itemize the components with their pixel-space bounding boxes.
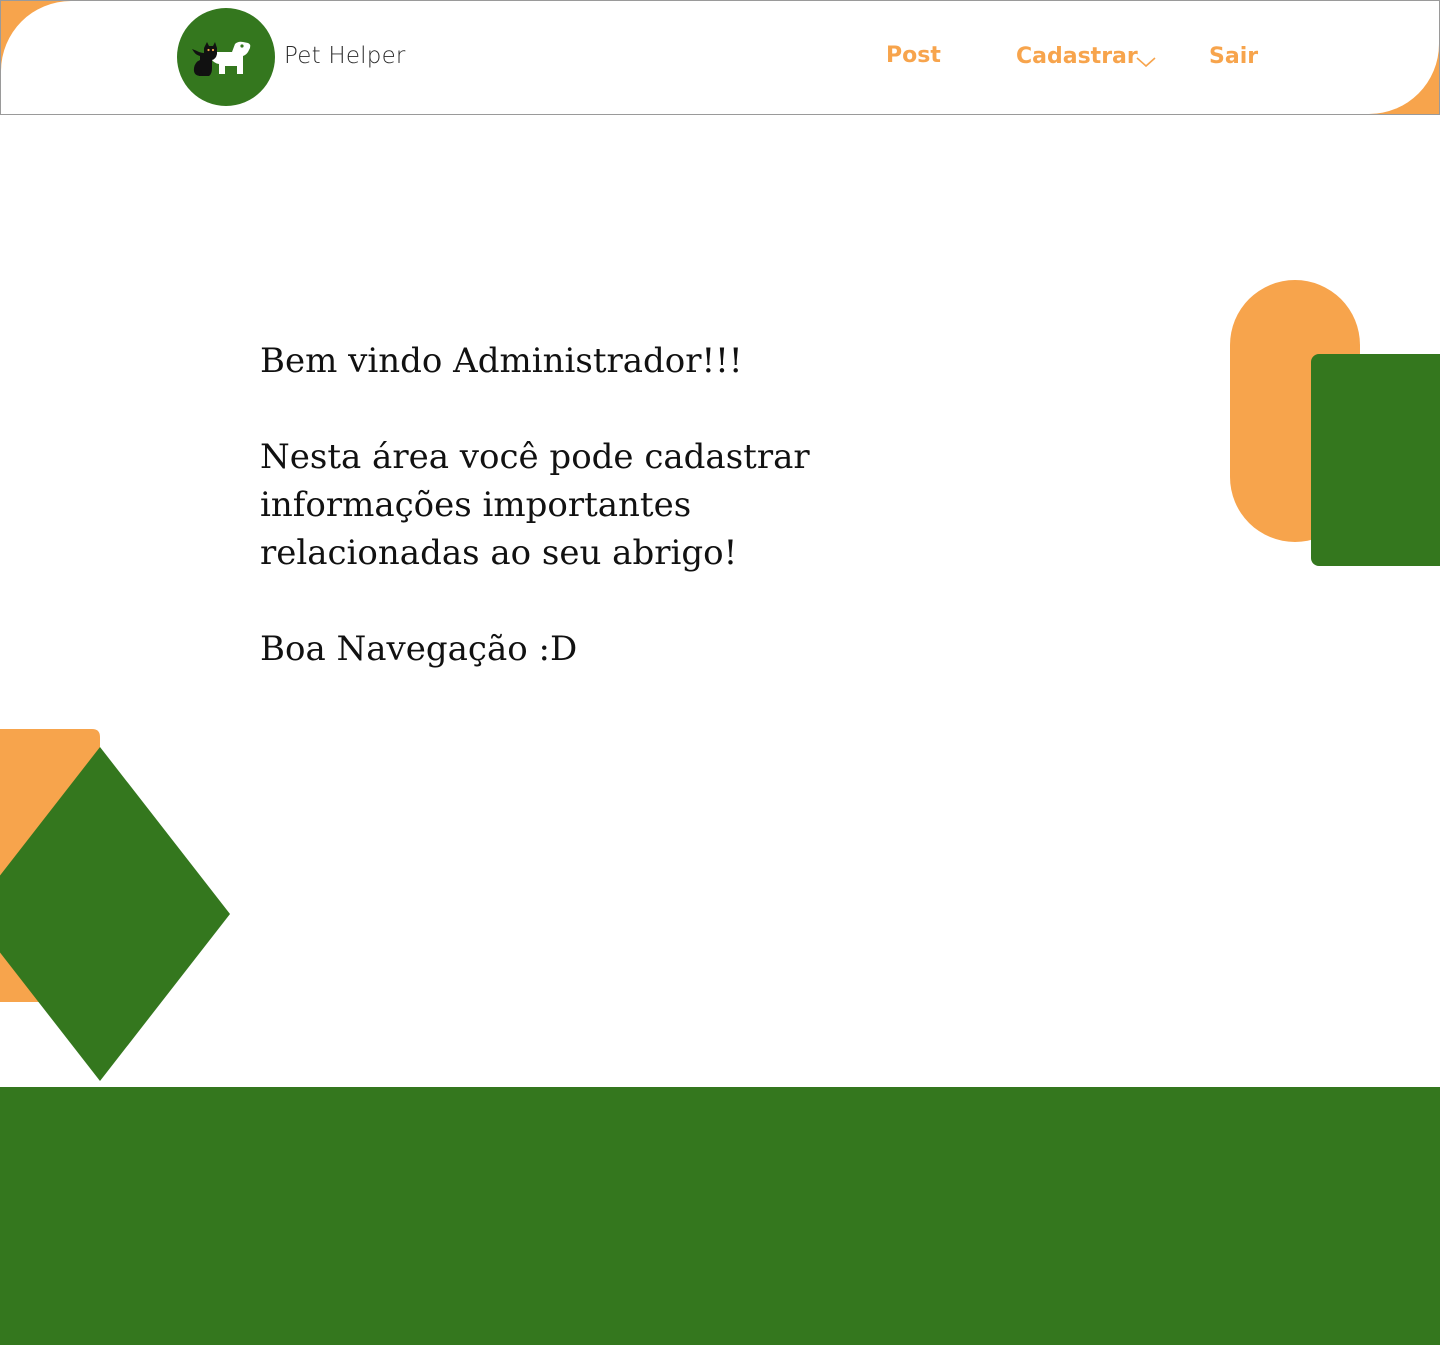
description-line-1: Nesta área você pode cadastrar informaçõ… (260, 437, 810, 525)
footer-band (0, 1087, 1440, 1345)
nav-sair-link[interactable]: Sair (1209, 44, 1258, 69)
top-navbar: Pet Helper Post Cadastrar Sair (0, 0, 1440, 115)
welcome-title: Bem vindo Administrador!!! (260, 341, 743, 381)
decorative-left-shapes (0, 729, 230, 1081)
decorative-green-rectangle (1311, 354, 1440, 566)
chevron-down-icon[interactable] (1134, 53, 1158, 71)
welcome-message: Bem vindo Administrador!!! Nesta área vo… (260, 337, 1020, 673)
brand-name: Pet Helper (284, 43, 406, 69)
description-line-2: relacionadas ao seu abrigo! (260, 533, 738, 573)
cat-and-dog-icon (192, 41, 251, 76)
closing-message: Boa Navegação :D (260, 629, 578, 669)
nav-cadastrar-link[interactable]: Cadastrar (1016, 44, 1138, 69)
nav-post-link[interactable]: Post (886, 43, 941, 68)
logo[interactable] (177, 8, 275, 106)
